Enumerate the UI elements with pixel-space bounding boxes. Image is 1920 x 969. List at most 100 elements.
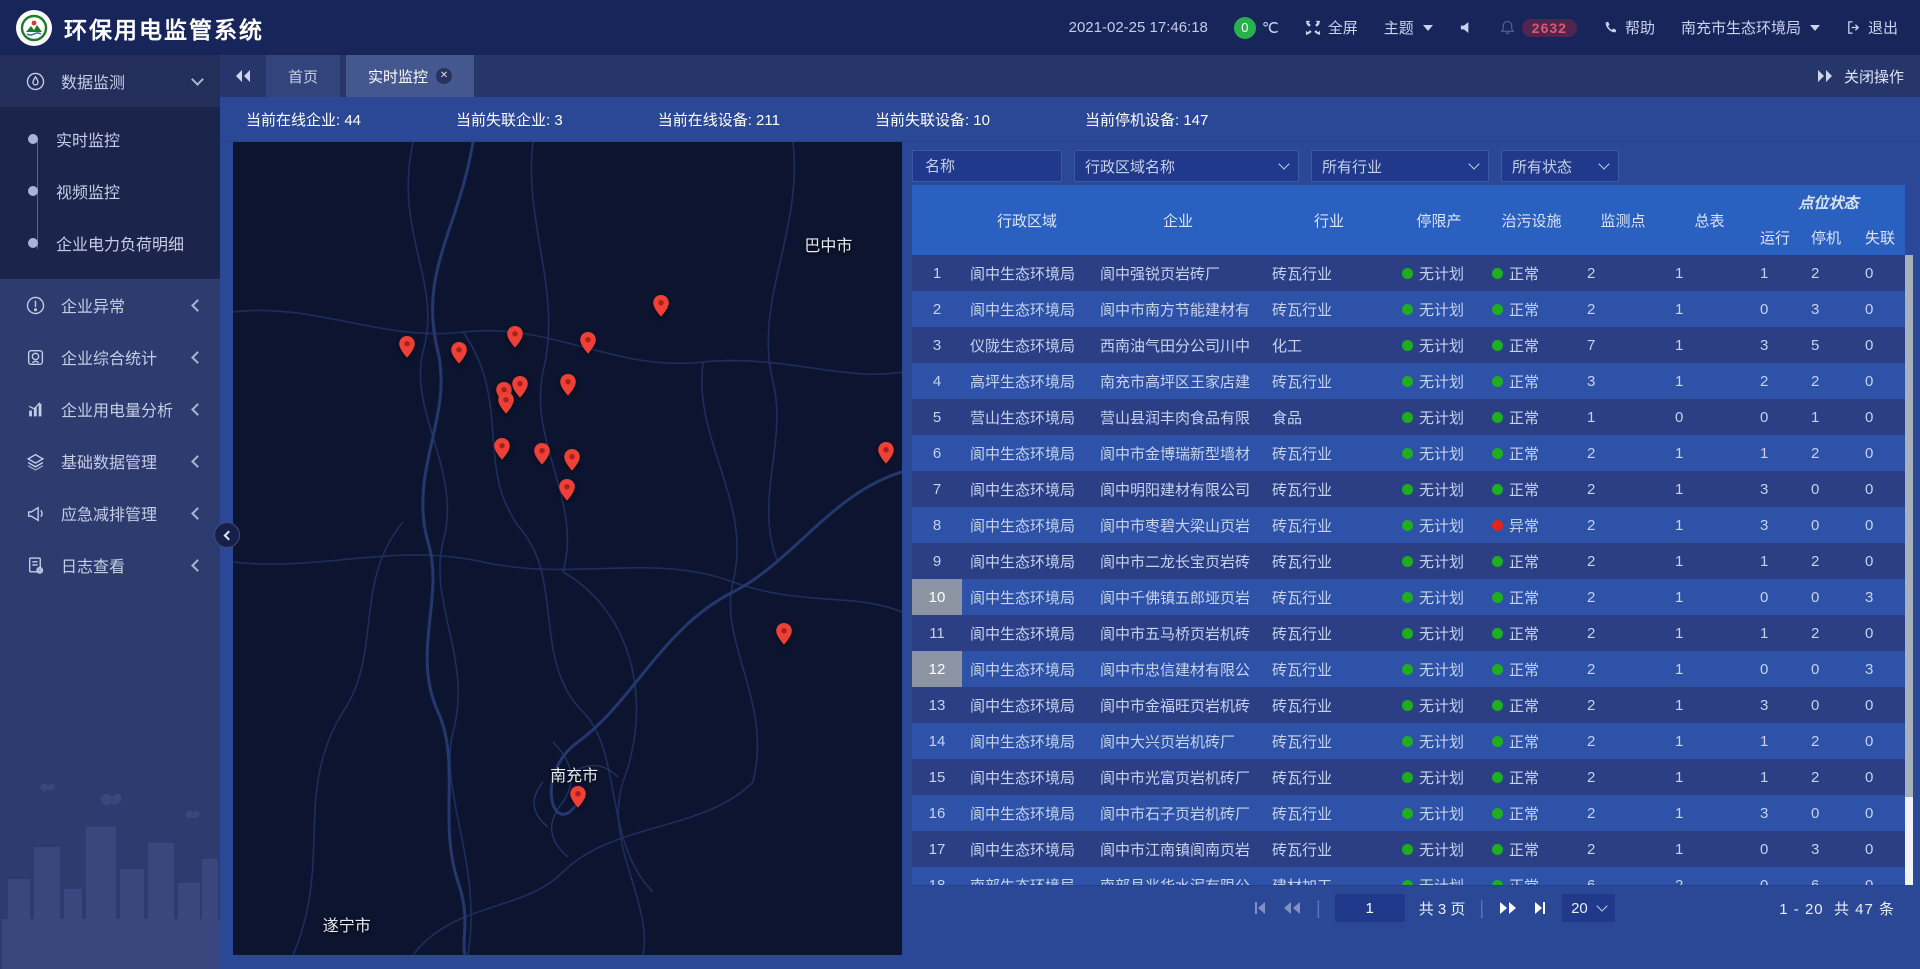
tabs-scroll-left-button[interactable] (220, 55, 266, 97)
table-row[interactable]: 12阆中生态环境局阆中市忠信建材有限公砖瓦行业无计划正常21003 (912, 651, 1905, 687)
prev-page-button[interactable] (1282, 900, 1302, 916)
status-dot-green (1492, 484, 1503, 495)
cell-stop-status: 无计划 (1394, 803, 1484, 824)
cell-run: 0 (1752, 877, 1803, 886)
chart-icon (26, 400, 45, 419)
map-pin[interactable] (534, 443, 551, 465)
table-row[interactable]: 1阆中生态环境局阆中强锐页岩砖厂砖瓦行业无计划正常21120 (912, 255, 1905, 291)
col-stop: 停限产 (1394, 185, 1484, 255)
cell-facility-status: 正常 (1484, 731, 1579, 752)
sidebar-collapse-handle[interactable] (214, 522, 240, 548)
sidebar-item-6[interactable]: 日志查看 (0, 539, 220, 591)
scrollbar-thumb[interactable] (1905, 255, 1913, 797)
table-row[interactable]: 3仪陇生态环境局西南油气田分公司川中化工无计划正常71350 (912, 327, 1905, 363)
map-pin[interactable] (580, 332, 597, 354)
sidebar-item-0[interactable]: 数据监测 (0, 55, 220, 107)
map-pin[interactable] (570, 786, 587, 808)
cell-region: 仪陇生态环境局 (962, 335, 1092, 356)
notification-bell[interactable]: 2632 (1500, 19, 1577, 37)
cell-run: 0 (1752, 661, 1803, 678)
map-pin[interactable] (776, 623, 793, 645)
table-row[interactable]: 8阆中生态环境局阆中市枣碧大梁山页岩砖瓦行业无计划异常21300 (912, 507, 1905, 543)
map-pin[interactable] (564, 449, 581, 471)
tab-realtime-monitor[interactable]: 实时监控 ✕ (346, 55, 474, 97)
close-operations-button[interactable]: 关闭操作 (1816, 55, 1920, 97)
table-row[interactable]: 14阆中生态环境局阆中大兴页岩机砖厂砖瓦行业无计划正常21120 (912, 723, 1905, 759)
cell-facility-status: 正常 (1484, 659, 1579, 680)
cell-halt: 2 (1803, 769, 1857, 786)
map-pin[interactable] (497, 392, 514, 414)
status-dot-green (1492, 376, 1503, 387)
tab-close-icon[interactable]: ✕ (436, 68, 452, 84)
sidebar-subitem-label: 视频监控 (56, 179, 120, 203)
fullscreen-button[interactable]: 全屏 (1305, 17, 1358, 38)
sidebar-subitem[interactable]: 视频监控 (0, 165, 220, 217)
page-size-select[interactable]: 20 (1562, 894, 1615, 922)
sidebar-item-label: 企业综合统计 (61, 345, 177, 369)
chevron-left-icon (191, 351, 204, 364)
map-pin[interactable] (877, 442, 894, 464)
org-dropdown[interactable]: 南充市生态环境局 (1681, 17, 1820, 38)
map-pin[interactable] (493, 438, 510, 460)
table-row[interactable]: 13阆中生态环境局阆中市金福旺页岩机砖砖瓦行业无计划正常21300 (912, 687, 1905, 723)
map-pin[interactable] (653, 295, 670, 317)
name-filter-input[interactable] (923, 157, 1051, 176)
sidebar-subitem[interactable]: 实时监控 (0, 113, 220, 165)
table-row[interactable]: 6阆中生态环境局阆中市金博瑞新型墙材砖瓦行业无计划正常21120 (912, 435, 1905, 471)
cell-stop-status: 无计划 (1394, 659, 1484, 680)
cell-halt: 2 (1803, 445, 1857, 462)
map-pin[interactable] (451, 342, 468, 364)
table-row[interactable]: 9阆中生态环境局阆中市二龙长宝页岩砖砖瓦行业无计划正常21120 (912, 543, 1905, 579)
cell-company: 阆中市金博瑞新型墙材 (1092, 443, 1264, 464)
table-row[interactable]: 2阆中生态环境局阆中市南方节能建材有砖瓦行业无计划正常21030 (912, 291, 1905, 327)
cell-index: 15 (912, 759, 962, 795)
region-filter-select[interactable]: 行政区域名称 (1074, 150, 1299, 182)
sidebar-item-label: 企业用电量分析 (61, 397, 177, 421)
sidebar-item-5[interactable]: 应急减排管理 (0, 487, 220, 539)
table-row[interactable]: 17阆中生态环境局阆中市江南镇阆南页岩砖瓦行业无计划正常21030 (912, 831, 1905, 867)
sidebar-item-1[interactable]: 企业异常 (0, 279, 220, 331)
table-row[interactable]: 4高坪生态环境局南充市高坪区王家店建砖瓦行业无计划正常31220 (912, 363, 1905, 399)
page-number-input[interactable] (1335, 894, 1405, 922)
cell-run: 3 (1752, 517, 1803, 534)
last-page-button[interactable] (1532, 900, 1548, 916)
cell-lost: 0 (1857, 481, 1905, 498)
cell-meters: 1 (1667, 301, 1752, 318)
map-panel[interactable]: 巴中市南充市遂宁市 (233, 142, 902, 955)
help-button[interactable]: 帮助 (1603, 17, 1655, 38)
map-pin[interactable] (560, 374, 577, 396)
sidebar-menu: 数据监测实时监控视频监控企业电力负荷明细企业异常企业综合统计企业用电量分析基础数… (0, 55, 220, 591)
table-row[interactable]: 15阆中生态环境局阆中市光富页岩机砖厂砖瓦行业无计划正常21120 (912, 759, 1905, 795)
table-row[interactable]: 10阆中生态环境局阆中千佛镇五郎垭页岩砖瓦行业无计划正常21003 (912, 579, 1905, 615)
mute-button[interactable] (1459, 20, 1474, 35)
sidebar-item-3[interactable]: 企业用电量分析 (0, 383, 220, 435)
cell-facility-status: 正常 (1484, 551, 1579, 572)
status-dot-green (1492, 304, 1503, 315)
status-dot-green (1402, 736, 1413, 747)
first-page-button[interactable] (1252, 900, 1268, 916)
sidebar-item-2[interactable]: 企业综合统计 (0, 331, 220, 383)
theme-dropdown[interactable]: 主题 (1384, 17, 1433, 38)
industry-filter-select[interactable]: 所有行业 (1311, 150, 1489, 182)
sidebar-item-4[interactable]: 基础数据管理 (0, 435, 220, 487)
logout-button[interactable]: 退出 (1846, 17, 1898, 38)
tab-home[interactable]: 首页 (266, 55, 340, 97)
chevron-left-icon (191, 299, 204, 312)
map-pin[interactable] (558, 479, 575, 501)
table-row[interactable]: 18南部生态环境局南部县兆华水泥有限公建材加工无计划正常62060 (912, 867, 1905, 885)
status-filter-select[interactable]: 所有状态 (1501, 150, 1619, 182)
map-pin[interactable] (398, 336, 415, 358)
name-filter[interactable] (912, 150, 1062, 182)
map-roads-layer (233, 142, 902, 955)
table-row[interactable]: 7阆中生态环境局阆中明阳建材有限公司砖瓦行业无计划正常21300 (912, 471, 1905, 507)
temperature-unit: ℃ (1262, 19, 1279, 37)
table-row[interactable]: 11阆中生态环境局阆中市五马桥页岩机砖砖瓦行业无计划正常21120 (912, 615, 1905, 651)
sidebar-subitem[interactable]: 企业电力负荷明细 (0, 217, 220, 269)
table-row[interactable]: 5营山生态环境局营山县润丰肉食品有限食品无计划正常10010 (912, 399, 1905, 435)
table-row[interactable]: 16阆中生态环境局阆中市石子页岩机砖厂砖瓦行业无计划正常21300 (912, 795, 1905, 831)
map-pin[interactable] (507, 326, 524, 348)
table-scrollbar[interactable] (1905, 255, 1913, 885)
cell-meters: 1 (1667, 805, 1752, 822)
cell-region: 阆中生态环境局 (962, 623, 1092, 644)
next-page-button[interactable] (1498, 900, 1518, 916)
